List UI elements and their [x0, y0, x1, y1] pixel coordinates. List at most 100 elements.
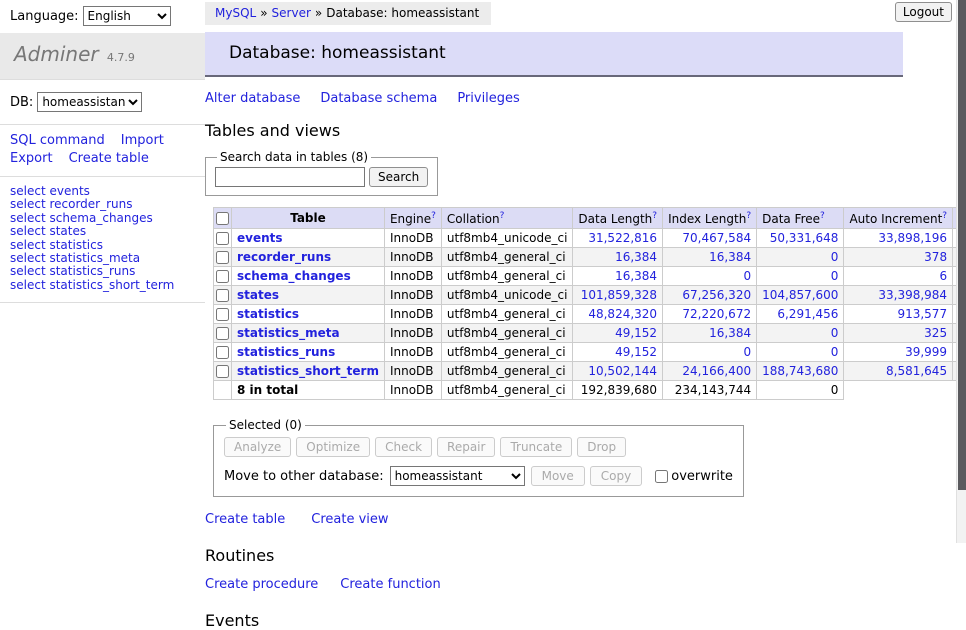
index-length-value[interactable]: 0 [668, 270, 751, 283]
table-name-cell: recorder_runs [232, 248, 385, 267]
data-free-value[interactable]: 0 [762, 251, 838, 264]
link-create-function[interactable]: Create function [340, 577, 440, 592]
link-create-procedure[interactable]: Create procedure [205, 577, 318, 592]
link-database-schema[interactable]: Database schema [320, 91, 437, 106]
copy-button[interactable]: Copy [590, 466, 642, 486]
table-name-cell: schema_changes [232, 267, 385, 286]
link-create-table[interactable]: Create table [205, 512, 285, 527]
sidebar-item-states[interactable]: select states [10, 225, 195, 238]
sidebar-item-recorder-runs[interactable]: select recorder_runs [10, 198, 195, 211]
data-free-value[interactable]: 188,743,680 [762, 365, 838, 378]
repair-button[interactable]: Repair [437, 437, 495, 457]
row-checkbox[interactable] [216, 327, 229, 340]
select-all-checkbox[interactable] [216, 212, 229, 225]
move-db-select[interactable]: homeassistant [390, 466, 525, 486]
row-checkbox[interactable] [216, 289, 229, 302]
auto-increment-value[interactable]: 33,898,196 [849, 232, 947, 245]
index-length-value[interactable]: 0 [668, 346, 751, 359]
table-link[interactable]: recorder_runs [237, 250, 331, 264]
table-link[interactable]: statistics_meta [237, 326, 340, 340]
data-free-value[interactable]: 0 [762, 346, 838, 359]
analyze-button[interactable]: Analyze [224, 437, 291, 457]
auto-increment-value[interactable]: 33,398,984 [849, 289, 947, 302]
breadcrumb-item-server[interactable]: Server [272, 6, 311, 20]
data-length-value[interactable]: 49,152 [578, 327, 657, 340]
index-length-value[interactable]: 16,384 [668, 327, 751, 340]
index-length-value[interactable]: 72,220,672 [668, 308, 751, 321]
sidebar-item-events[interactable]: select events [10, 185, 195, 198]
sidebar-item-schema-changes[interactable]: select schema_changes [10, 212, 195, 225]
truncate-button[interactable]: Truncate [500, 437, 572, 457]
events-heading: Events [205, 611, 956, 630]
data-free-value[interactable]: 6,291,456 [762, 308, 838, 321]
data-free-value[interactable]: 104,857,600 [762, 289, 838, 302]
search-input[interactable] [215, 167, 365, 187]
row-checkbox[interactable] [216, 251, 229, 264]
language-select[interactable]: English [83, 6, 171, 26]
table-link[interactable]: statistics_short_term [237, 364, 379, 378]
optimize-button[interactable]: Optimize [296, 437, 370, 457]
sidebar-item-statistics-short-term[interactable]: select statistics_short_term [10, 279, 195, 292]
sidebar-item-statistics[interactable]: select statistics [10, 239, 195, 252]
data-free-value[interactable]: 0 [762, 327, 838, 340]
link-alter-database[interactable]: Alter database [205, 91, 300, 106]
table-link[interactable]: states [237, 288, 279, 302]
overwrite-label[interactable]: overwrite [655, 469, 733, 484]
overwrite-checkbox[interactable] [655, 470, 668, 483]
move-button[interactable]: Move [531, 466, 585, 486]
data-length-value[interactable]: 16,384 [578, 270, 657, 283]
table-link[interactable]: statistics [237, 307, 299, 321]
data-free-value[interactable]: 0 [762, 270, 838, 283]
auto-increment-value[interactable]: 8,581,645 [849, 365, 947, 378]
sidebar-link-import[interactable]: Import [121, 133, 164, 148]
data-length-value[interactable]: 101,859,328 [578, 289, 657, 302]
help-icon[interactable]: ? [652, 211, 657, 221]
index-length-value[interactable]: 67,256,320 [668, 289, 751, 302]
auto-increment-value[interactable]: 378 [849, 251, 947, 264]
data-length-value[interactable]: 48,824,320 [578, 308, 657, 321]
breadcrumb-item-mysql[interactable]: MySQL [215, 6, 256, 20]
check-button[interactable]: Check [375, 437, 432, 457]
row-checkbox[interactable] [216, 232, 229, 245]
help-icon[interactable]: ? [820, 211, 825, 221]
auto-increment-value[interactable]: 6 [849, 270, 947, 283]
brand-name[interactable]: Adminer [14, 42, 99, 66]
data-length-value[interactable]: 10,502,144 [578, 365, 657, 378]
sidebar-item-statistics-meta[interactable]: select statistics_meta [10, 252, 195, 265]
auto-increment-value[interactable]: 39,999 [849, 346, 947, 359]
help-icon[interactable]: ? [942, 211, 947, 221]
db-select[interactable]: homeassistant [37, 92, 142, 112]
sidebar-item-statistics-runs[interactable]: select statistics_runs [10, 265, 195, 278]
auto-increment-value[interactable]: 913,577 [849, 308, 947, 321]
data-length-value[interactable]: 49,152 [578, 346, 657, 359]
sidebar-link-sql-command[interactable]: SQL command [10, 133, 105, 148]
table-link[interactable]: statistics_runs [237, 345, 335, 359]
row-checkbox[interactable] [216, 308, 229, 321]
help-icon[interactable]: ? [500, 211, 505, 221]
table-link[interactable]: events [237, 231, 283, 245]
sidebar-link-export[interactable]: Export [10, 151, 53, 166]
row-checkbox[interactable] [216, 346, 229, 359]
scrollbar[interactable] [956, 0, 966, 543]
search-button[interactable]: Search [369, 167, 428, 187]
row-checkbox[interactable] [216, 365, 229, 378]
logout-button[interactable]: Logout [895, 2, 952, 22]
link-privileges[interactable]: Privileges [457, 91, 520, 106]
data-free-value[interactable]: 50,331,648 [762, 232, 838, 245]
index-length-value[interactable]: 16,384 [668, 251, 751, 264]
data-length-cell: 16,384 [573, 248, 663, 267]
table-link[interactable]: schema_changes [237, 269, 351, 283]
link-create-view[interactable]: Create view [311, 512, 388, 527]
auto-increment-value[interactable]: 325 [849, 327, 947, 340]
index-length-cell: 0 [663, 267, 757, 286]
data-length-value[interactable]: 16,384 [578, 251, 657, 264]
data-length-value[interactable]: 31,522,816 [578, 232, 657, 245]
row-checkbox[interactable] [216, 270, 229, 283]
drop-button[interactable]: Drop [577, 437, 626, 457]
help-icon[interactable]: ? [431, 211, 436, 221]
help-icon[interactable]: ? [746, 211, 751, 221]
sidebar-link-create-table[interactable]: Create table [69, 151, 149, 166]
scrollbar-thumb[interactable] [958, 0, 966, 490]
index-length-value[interactable]: 70,467,584 [668, 232, 751, 245]
index-length-value[interactable]: 24,166,400 [668, 365, 751, 378]
